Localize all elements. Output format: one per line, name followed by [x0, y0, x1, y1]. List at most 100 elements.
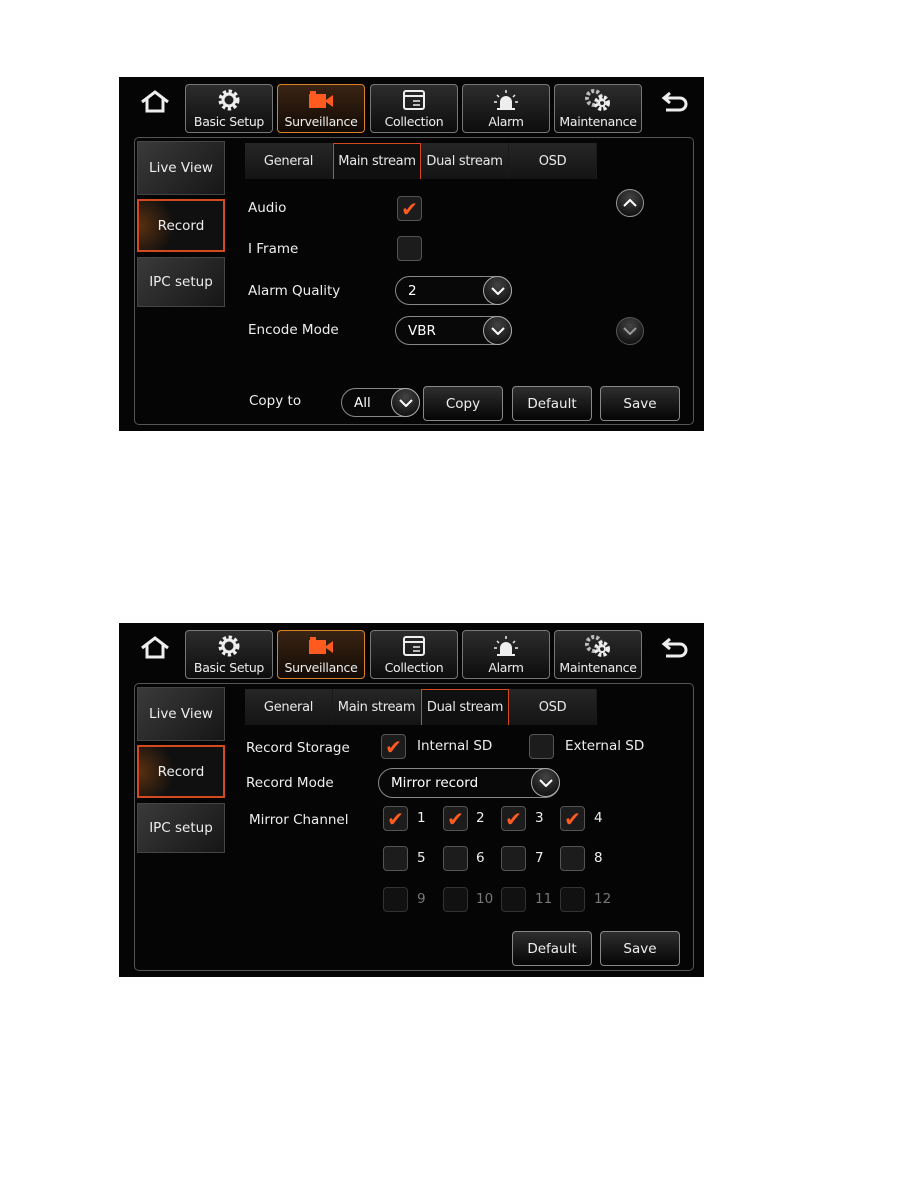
channel-number: 9: [417, 891, 426, 907]
back-arrow-icon: [661, 637, 688, 658]
sub-tabs: General Main stream Dual stream OSD: [245, 689, 597, 725]
nav-maintenance[interactable]: Maintenance: [554, 84, 642, 133]
home-icon: [141, 636, 169, 659]
audio-label: Audio: [248, 200, 287, 216]
side-ipc-setup[interactable]: IPC setup: [137, 803, 225, 853]
channel-number: 10: [476, 891, 494, 907]
record-storage-label: Record Storage: [246, 740, 350, 756]
side-live-view[interactable]: Live View: [137, 687, 225, 741]
alarm-light-icon: [494, 90, 518, 110]
channel-number: 12: [594, 891, 612, 907]
video-camera-icon: [309, 91, 333, 108]
side-record[interactable]: Record: [137, 745, 225, 798]
channel-checkbox[interactable]: ✔: [383, 806, 408, 831]
back-arrow-icon: [661, 91, 688, 112]
scroll-up-button[interactable]: [616, 189, 644, 217]
nav-surveillance[interactable]: Surveillance: [277, 630, 365, 679]
side-label: IPC setup: [149, 820, 213, 836]
channel-checkbox[interactable]: [560, 846, 585, 871]
side-label: Live View: [149, 706, 213, 722]
copy-button[interactable]: Copy: [423, 386, 503, 421]
side-live-view[interactable]: Live View: [137, 141, 225, 195]
nav-maintenance[interactable]: Maintenance: [554, 630, 642, 679]
encode-mode-label: Encode Mode: [248, 322, 339, 338]
copy-to-select[interactable]: All: [341, 388, 420, 417]
default-button[interactable]: Default: [512, 386, 592, 421]
chevron-down-icon[interactable]: [483, 316, 512, 345]
channel-number: 1: [417, 810, 426, 826]
nav-label: Collection: [384, 114, 444, 129]
alarm-quality-label: Alarm Quality: [248, 283, 341, 299]
side-record[interactable]: Record: [137, 199, 225, 252]
channel-checkbox[interactable]: ✔: [501, 806, 526, 831]
back-button[interactable]: [660, 635, 692, 661]
save-button[interactable]: Save: [600, 386, 680, 421]
window-icon: [403, 90, 425, 110]
nav-label: Alarm: [488, 660, 524, 675]
home-button[interactable]: [139, 635, 171, 661]
channel-checkbox[interactable]: ✔: [560, 806, 585, 831]
iframe-checkbox[interactable]: [397, 236, 422, 261]
channel-number: 8: [594, 850, 603, 866]
chevron-down-icon[interactable]: [391, 388, 420, 417]
channel-number: 3: [535, 810, 544, 826]
nav-alarm[interactable]: Alarm: [462, 630, 550, 679]
alarm-quality-select[interactable]: 2: [395, 276, 512, 305]
internal-sd-checkbox[interactable]: ✔: [381, 734, 406, 759]
encode-mode-select[interactable]: VBR: [395, 316, 512, 345]
tab-dual-stream[interactable]: Dual stream: [421, 689, 509, 725]
default-button[interactable]: Default: [512, 931, 592, 966]
nav-collection[interactable]: Collection: [370, 630, 458, 679]
side-label: IPC setup: [149, 274, 213, 290]
nav-alarm[interactable]: Alarm: [462, 84, 550, 133]
channel-checkbox[interactable]: ✔: [443, 806, 468, 831]
tab-osd[interactable]: OSD: [509, 143, 597, 179]
home-button[interactable]: [139, 89, 171, 115]
record-mode-select[interactable]: Mirror record: [378, 768, 560, 798]
tab-dual-stream[interactable]: Dual stream: [421, 143, 509, 179]
side-ipc-setup[interactable]: IPC setup: [137, 257, 225, 307]
channel-checkbox: [443, 887, 468, 912]
iframe-label: I Frame: [248, 241, 299, 257]
dual-stream-screen: Basic Setup Surveillance Collection Alar…: [119, 623, 704, 977]
save-button[interactable]: Save: [600, 931, 680, 966]
nav-label: Surveillance: [284, 660, 358, 675]
nav-basic-setup[interactable]: Basic Setup: [185, 630, 273, 679]
nav-basic-setup[interactable]: Basic Setup: [185, 84, 273, 133]
gears-icon: [585, 89, 610, 111]
chevron-down-icon[interactable]: [483, 276, 512, 305]
scroll-down-button[interactable]: [616, 317, 644, 345]
audio-checkbox[interactable]: ✔: [397, 196, 422, 221]
external-sd-checkbox[interactable]: [529, 734, 554, 759]
record-mode-label: Record Mode: [246, 775, 334, 791]
channel-checkbox[interactable]: [443, 846, 468, 871]
channel-number: 2: [476, 810, 485, 826]
gear-icon: [218, 89, 240, 111]
channel-checkbox: [560, 887, 585, 912]
main-stream-screen: Basic Setup Surveillance Collection Alar…: [119, 77, 704, 431]
sub-tabs: General Main stream Dual stream OSD: [245, 143, 597, 179]
gears-icon: [585, 635, 610, 657]
gear-icon: [218, 635, 240, 657]
tab-general[interactable]: General: [245, 143, 333, 179]
channel-number: 11: [535, 891, 553, 907]
alarm-light-icon: [494, 636, 518, 656]
nav-surveillance[interactable]: Surveillance: [277, 84, 365, 133]
video-camera-icon: [309, 637, 333, 654]
copy-to-label: Copy to: [249, 393, 302, 409]
chevron-down-icon[interactable]: [531, 768, 560, 797]
nav-collection[interactable]: Collection: [370, 84, 458, 133]
tab-general[interactable]: General: [245, 689, 333, 725]
internal-sd-label: Internal SD: [417, 738, 493, 754]
tab-osd[interactable]: OSD: [509, 689, 597, 725]
select-value: 2: [408, 282, 417, 299]
tab-main-stream[interactable]: Main stream: [333, 689, 421, 725]
select-value: VBR: [408, 322, 436, 339]
tab-main-stream[interactable]: Main stream: [333, 143, 421, 179]
nav-label: Collection: [384, 660, 444, 675]
nav-label: Basic Setup: [193, 114, 265, 129]
channel-checkbox[interactable]: [383, 846, 408, 871]
channel-checkbox[interactable]: [501, 846, 526, 871]
back-button[interactable]: [660, 89, 692, 115]
nav-label: Surveillance: [284, 114, 358, 129]
